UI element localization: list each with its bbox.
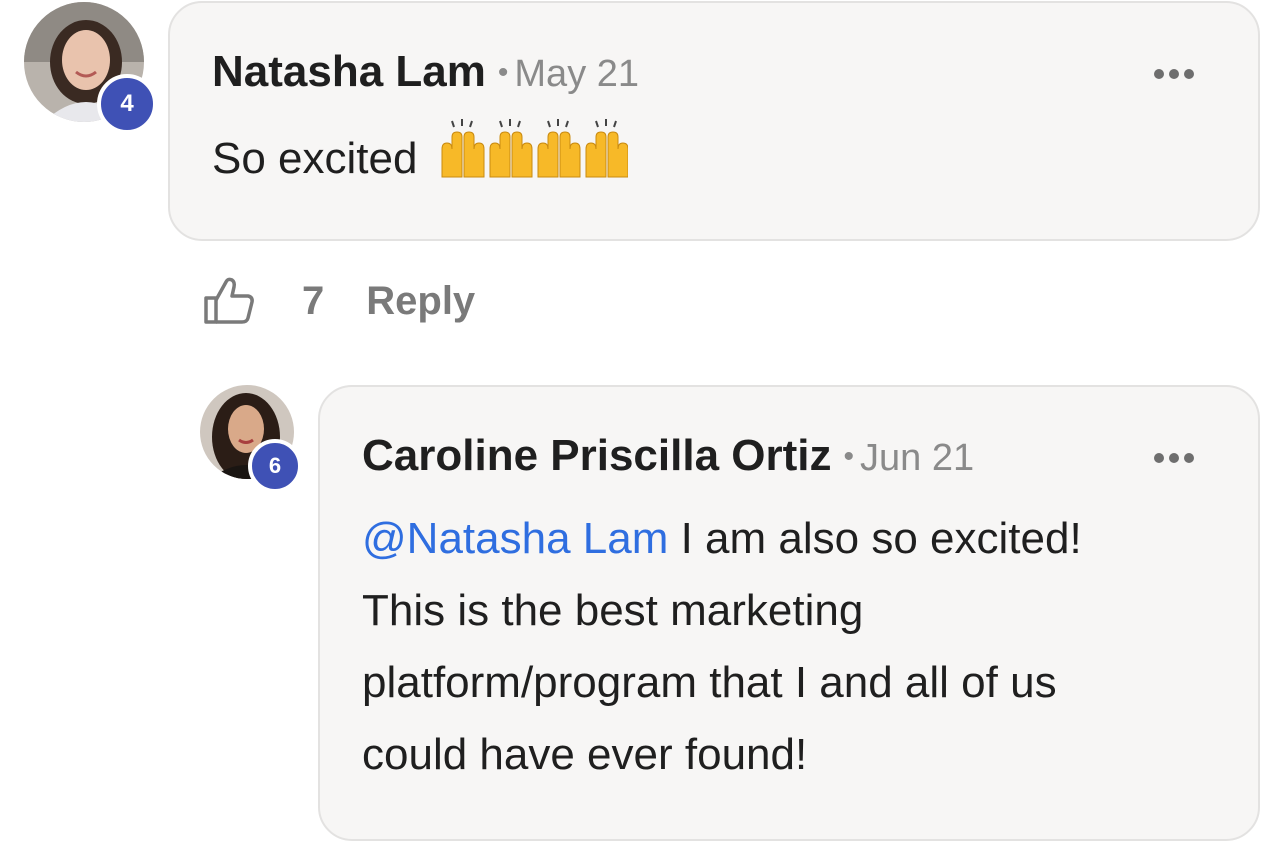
like-count: 7 <box>302 278 325 323</box>
reply-meta: Caroline Priscilla Ortiz • Jun 21 <box>362 431 974 481</box>
hands-raised-icon <box>441 119 628 178</box>
comment-text-content: So excited <box>212 134 418 183</box>
level-badge-number: 6 <box>268 453 282 478</box>
reply-line-1: @Natasha Lam I am also so excited! <box>362 503 1222 575</box>
author-name[interactable]: Caroline Priscilla Ortiz <box>362 431 832 480</box>
reply-line-2: This is the best marketing <box>362 586 864 635</box>
reply-bubble: Caroline Priscilla Ortiz • Jun 21 @Natasha… <box>318 385 1260 841</box>
caroline-avatar-wrap[interactable]: 6 <box>200 385 302 493</box>
reply-button[interactable]: Reply <box>366 279 475 324</box>
user-mention-link[interactable]: @Natasha Lam <box>362 514 668 563</box>
level-badge: 6 <box>248 439 302 493</box>
emoji-group <box>438 119 628 179</box>
comment-meta: Natasha Lam • May 21 <box>212 47 639 97</box>
level-badge-number: 4 <box>120 90 134 117</box>
meta-separator: • <box>497 56 509 89</box>
thumbs-up-icon <box>204 277 254 324</box>
level-badge: 4 <box>97 74 157 134</box>
reply-date: Jun 21 <box>860 437 975 479</box>
more-options-icon[interactable] <box>1154 69 1194 79</box>
reply-line-3: platform/program that I and all of us <box>362 658 1057 707</box>
more-options-icon[interactable] <box>1154 453 1194 463</box>
author-name[interactable]: Natasha Lam <box>212 47 486 96</box>
comment-date: May 21 <box>514 53 640 95</box>
like-button[interactable] <box>202 274 256 328</box>
reply-line-4: could have ever found! <box>362 730 808 779</box>
comment-text: So excited <box>212 119 628 195</box>
natasha-avatar-wrap[interactable]: 4 <box>24 2 157 134</box>
reply-text: @Natasha Lam I am also so excited! This … <box>362 503 1222 791</box>
reply-text-part: I am also so excited! <box>668 514 1082 563</box>
meta-separator: • <box>843 440 855 473</box>
comment-actions: 7 Reply <box>202 274 475 328</box>
comment-bubble: Natasha Lam • May 21 So excited <box>168 1 1260 241</box>
